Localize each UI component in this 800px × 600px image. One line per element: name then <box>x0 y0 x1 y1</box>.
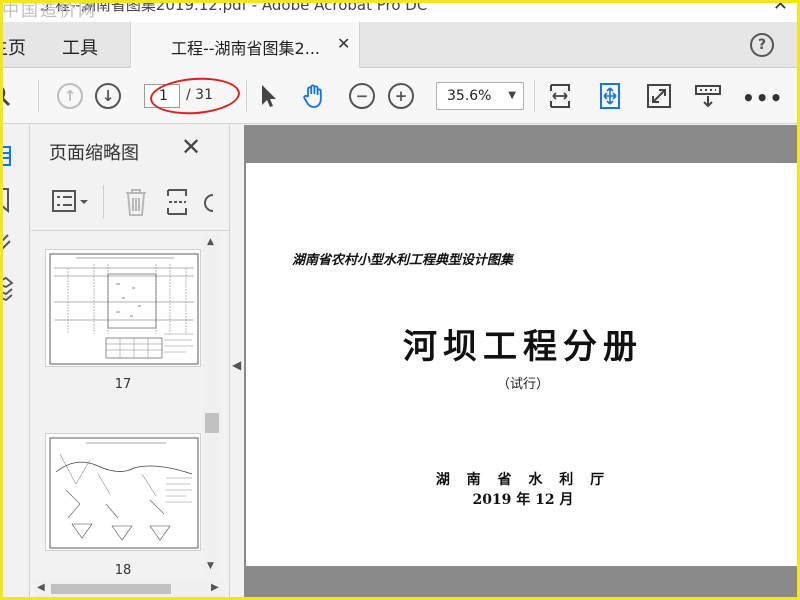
panel-divider <box>103 185 104 219</box>
trash-icon[interactable] <box>123 187 149 217</box>
tab-document-label: 工程--湖南省图集2... <box>171 39 320 58</box>
toolbar-divider <box>246 80 247 112</box>
window-title: 工程--湖南省图集2019.12.pdf - Adobe Acrobat Pro… <box>40 0 428 14</box>
page-thumbnails-panel: 页面缩略图 ✕ 17 18 ▲ ▼ ◀ ▶ <box>31 125 230 600</box>
document-title: 河坝工程分册 <box>403 327 643 367</box>
more-tools-button[interactable]: ••• <box>742 86 783 110</box>
page-thumbnails-icon[interactable] <box>0 143 14 169</box>
arrow-down-icon: ↓ <box>95 83 121 109</box>
fit-page-icon[interactable] <box>596 82 624 110</box>
scroll-up-icon[interactable]: ▲ <box>207 237 214 247</box>
zoom-in-button[interactable]: + <box>388 82 414 110</box>
minus-icon: − <box>349 83 375 109</box>
tab-tools[interactable]: 工具 <box>62 34 98 60</box>
full-screen-icon[interactable] <box>645 82 673 110</box>
bookmark-icon[interactable] <box>0 187 14 213</box>
tab-close-icon[interactable]: ✕ <box>337 34 350 53</box>
search-icon[interactable] <box>0 82 14 110</box>
drawing-preview <box>49 437 199 549</box>
prev-page-button[interactable]: ↑ <box>57 82 83 110</box>
tab-home[interactable]: 主页 <box>0 34 26 60</box>
layers-icon[interactable] <box>0 275 14 301</box>
document-view[interactable]: 湖南省农村小型水利工程典型设计图集 河坝工程分册 （试行） 湖 南 省 水 利 … <box>244 125 800 600</box>
hand-tool-icon[interactable] <box>300 82 328 110</box>
watermark-logo: 中国造价网 <box>2 1 97 21</box>
zoom-select[interactable]: 35.6% ▼ <box>436 82 524 110</box>
next-page-button[interactable]: ↓ <box>95 82 121 110</box>
panel-close-icon[interactable]: ✕ <box>181 133 201 161</box>
thumbnail-page-18[interactable] <box>45 433 201 551</box>
thumbnail-options-icon[interactable] <box>51 189 91 215</box>
thumbnail-page-17[interactable] <box>45 249 201 367</box>
read-mode-icon[interactable] <box>694 82 722 110</box>
highlight-annotation <box>148 74 242 118</box>
select-cursor-icon[interactable] <box>254 82 282 110</box>
help-icon[interactable]: ? <box>750 33 774 57</box>
scrollbar-thumb[interactable] <box>51 584 171 594</box>
zoom-out-button[interactable]: − <box>349 82 375 110</box>
drawing-preview <box>49 253 199 365</box>
document-organization: 湖 南 省 水 利 厅 <box>435 472 611 488</box>
title-bar: 工程--湖南省图集2019.12.pdf - Adobe Acrobat Pro… <box>0 0 800 22</box>
fit-width-icon[interactable] <box>546 82 574 110</box>
panel-toolbar <box>31 175 230 231</box>
scroll-down-icon[interactable]: ▼ <box>207 561 214 571</box>
insert-page-icon[interactable] <box>165 187 189 217</box>
scroll-right-icon[interactable]: ▶ <box>211 582 219 593</box>
document-subtitle: 湖南省农村小型水利工程典型设计图集 <box>292 253 514 268</box>
scrollbar-thumb[interactable] <box>205 413 219 433</box>
arrow-up-icon: ↑ <box>57 83 83 109</box>
document-date: 2019 年 12 月 <box>472 492 574 508</box>
toolbar-divider <box>38 80 39 112</box>
chevron-down-icon: ▼ <box>508 90 516 101</box>
scroll-left-icon[interactable]: ◀ <box>37 582 45 593</box>
thumbnail-horizontal-scrollbar[interactable]: ◀ ▶ <box>35 581 225 597</box>
tab-document[interactable]: 工程--湖南省图集2... ✕ <box>130 22 360 68</box>
thumbnail-label-18: 18 <box>114 563 132 578</box>
attachment-icon[interactable] <box>0 229 14 255</box>
document-trial-note: （试行） <box>496 377 549 392</box>
window-close-button[interactable]: ✕ <box>773 0 788 15</box>
left-nav-rail <box>0 125 30 600</box>
toolbar-divider <box>534 80 535 112</box>
panel-title: 页面缩略图 <box>49 143 139 164</box>
thumbnail-label-17: 17 <box>114 377 132 392</box>
plus-icon: + <box>388 83 414 109</box>
document-page: 湖南省农村小型水利工程典型设计图集 河坝工程分册 （试行） 湖 南 省 水 利 … <box>246 163 800 566</box>
collapse-panel-icon[interactable]: ◀ <box>232 358 241 372</box>
tab-bar: 主页 工具 工程--湖南省图集2... ✕ ? <box>0 22 800 68</box>
zoom-value: 35.6% <box>447 88 492 104</box>
main-toolbar: ↑ ↓ 1 / 31 − + 35.6% ▼ ••• <box>0 68 800 124</box>
undo-icon[interactable] <box>203 191 217 215</box>
thumbnail-vertical-scrollbar[interactable]: ▲ ▼ <box>203 235 221 575</box>
